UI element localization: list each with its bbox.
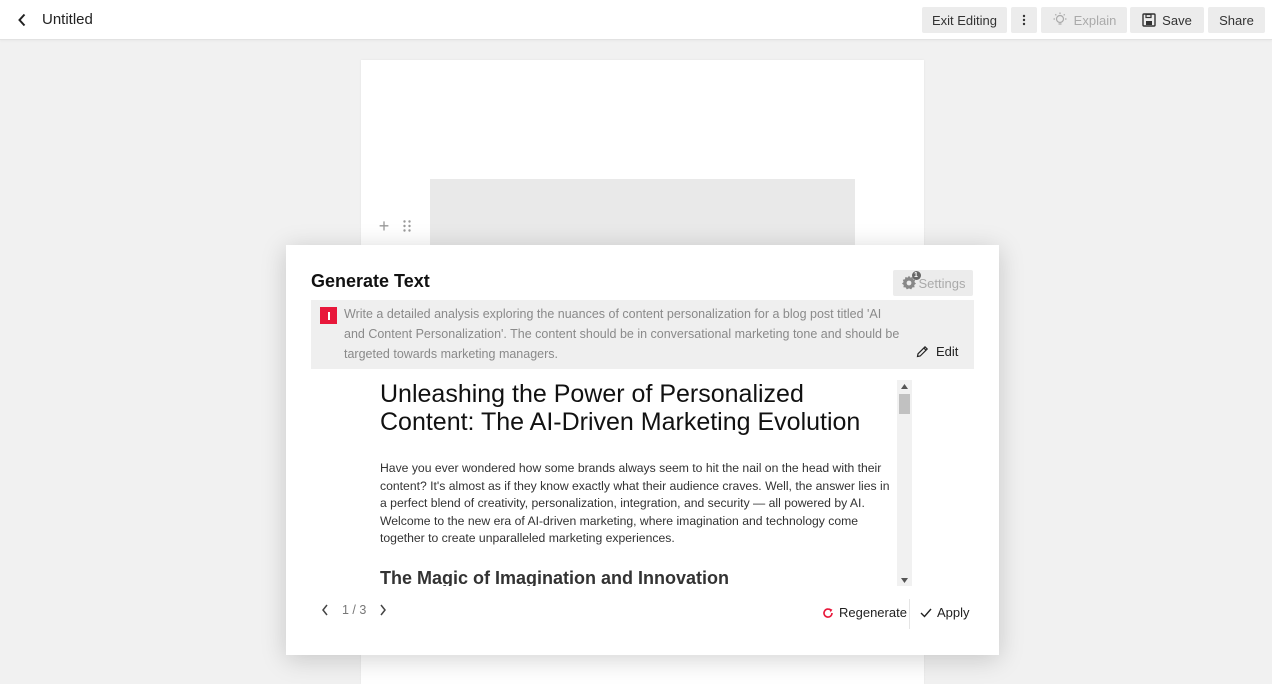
add-block-icon[interactable]: + bbox=[376, 217, 392, 235]
save-label: Save bbox=[1162, 12, 1192, 28]
floppy-disk-icon bbox=[1142, 13, 1156, 27]
exit-editing-label: Exit Editing bbox=[931, 12, 998, 28]
apply-button[interactable]: Apply bbox=[920, 605, 970, 620]
previous-result-button[interactable] bbox=[320, 603, 330, 617]
dialog-title: Generate Text bbox=[311, 271, 430, 291]
edit-label: Edit bbox=[936, 344, 959, 359]
prompt-text: Write a detailed analysis exploring the … bbox=[344, 307, 900, 361]
regenerate-label: Regenerate bbox=[839, 605, 907, 620]
content-heading: Unleashing the Power of Personalized Con… bbox=[380, 380, 861, 436]
chevron-right-icon bbox=[380, 604, 387, 616]
content-paragraph: Have you ever wondered how some brands a… bbox=[380, 461, 890, 545]
content-block-placeholder[interactable] bbox=[430, 179, 855, 245]
next-result-button[interactable] bbox=[378, 603, 388, 617]
text-cursor-icon bbox=[320, 307, 337, 324]
scroll-down-arrow[interactable] bbox=[897, 574, 912, 586]
edit-prompt-button[interactable]: Edit bbox=[916, 344, 958, 359]
share-label: Share bbox=[1219, 12, 1254, 28]
triangle-up-icon bbox=[901, 383, 908, 389]
settings-badge: 1 bbox=[911, 271, 921, 280]
back-button[interactable] bbox=[10, 8, 34, 32]
gear-icon: 1 bbox=[901, 271, 921, 291]
explain-label: Explain bbox=[1073, 12, 1117, 28]
exit-editing-button[interactable]: Exit Editing bbox=[922, 7, 1007, 33]
drag-handle-icon[interactable] bbox=[401, 219, 413, 233]
prompt-box: Write a detailed analysis exploring the … bbox=[311, 300, 974, 369]
top-bar: Untitled Exit Editing Explain Save Share bbox=[0, 0, 1272, 40]
explain-button[interactable]: Explain bbox=[1041, 7, 1127, 33]
content-subheading: The Magic of Imagination and Innovation bbox=[380, 567, 730, 587]
settings-button[interactable]: 1 Settings bbox=[893, 270, 973, 296]
content-scrollbar[interactable] bbox=[897, 380, 912, 586]
share-button[interactable]: Share bbox=[1208, 7, 1265, 33]
triangle-down-icon bbox=[901, 577, 908, 583]
document-title: Untitled bbox=[42, 11, 93, 28]
generated-content: Unleashing the Power of Personalized Con… bbox=[380, 380, 898, 586]
page-indicator: 1 / 3 bbox=[342, 603, 367, 617]
result-pager: 1 / 3 bbox=[320, 603, 388, 617]
regenerate-button[interactable]: Regenerate bbox=[822, 605, 907, 620]
settings-label: Settings bbox=[918, 275, 966, 291]
pencil-icon bbox=[916, 345, 929, 358]
apply-label: Apply bbox=[937, 605, 970, 620]
checkmark-icon bbox=[920, 608, 932, 618]
refresh-icon bbox=[823, 607, 833, 618]
lightbulb-icon bbox=[1053, 12, 1067, 25]
scroll-thumb[interactable] bbox=[899, 394, 910, 414]
chevron-left-icon bbox=[322, 604, 328, 616]
kebab-icon bbox=[1022, 14, 1026, 26]
generate-text-dialog: Generate Text 1 Settings Write a detaile… bbox=[286, 245, 999, 655]
save-button[interactable]: Save bbox=[1130, 7, 1204, 33]
chevron-left-icon bbox=[18, 13, 26, 27]
scroll-up-arrow[interactable] bbox=[897, 380, 912, 392]
footer-divider bbox=[909, 599, 910, 629]
more-options-button[interactable] bbox=[1011, 7, 1037, 33]
